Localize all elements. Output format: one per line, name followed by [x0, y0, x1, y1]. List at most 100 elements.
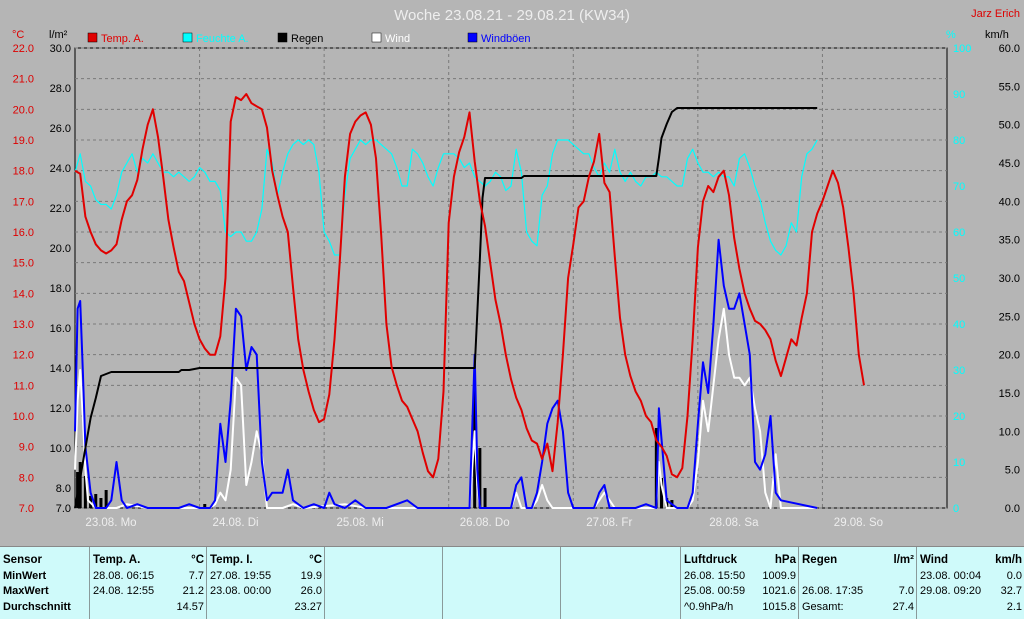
temp-tick-label: 20.0 — [13, 104, 34, 116]
table-header-label: Luftdruck — [684, 554, 738, 566]
legend-label: Regen — [291, 33, 323, 45]
wind-tick-label: 35.0 — [999, 235, 1020, 247]
cell-value: 27.4 — [892, 601, 914, 613]
author-label: Jarz Erich — [971, 8, 1020, 20]
table-header: Wind km/h — [920, 553, 1022, 567]
temp-tick-label: 16.0 — [13, 227, 34, 239]
temp-tick-label: 17.0 — [13, 196, 34, 208]
cell-time: 23.08. 00:04 — [920, 570, 982, 582]
temp-tick-label: 21.0 — [13, 74, 34, 86]
table-cell — [802, 569, 914, 583]
temp-unit-label: °C — [12, 29, 24, 41]
day-label: 23.08. Mo — [85, 517, 136, 529]
rain-tick-label: 22.0 — [50, 203, 71, 215]
temp-tick-label: 22.0 — [13, 43, 34, 55]
rain-tick-label: 16.0 — [50, 323, 71, 335]
humidity-tick-label: 30 — [953, 365, 965, 377]
legend-swatch — [277, 32, 288, 43]
table-cell: 29.08. 09:20 32.7 — [920, 584, 1022, 598]
rain-bar — [99, 498, 103, 508]
table-header-unit: km/h — [995, 554, 1022, 566]
rain-tick-label: 12.0 — [50, 403, 71, 415]
table-column: Sensor MinWert MaxWert Durchschnitt — [0, 547, 89, 619]
wind-tick-label: 30.0 — [999, 273, 1020, 285]
table-cell — [328, 600, 440, 614]
rain-tick-label: 14.0 — [50, 363, 71, 375]
table-cell — [328, 569, 440, 583]
rain-tick-label: 24.0 — [50, 163, 71, 175]
table-cell: ^0.9hPa/h 1015.8 — [684, 600, 796, 614]
humidity-tick-label: 50 — [953, 273, 965, 285]
temp-tick-label: 18.0 — [13, 166, 34, 178]
table-header-label: Sensor — [3, 554, 42, 566]
day-label: 24.08. Di — [213, 517, 259, 529]
temp-tick-label: 8.0 — [19, 472, 34, 484]
table-header — [446, 553, 558, 567]
cell-time: 29.08. 09:20 — [920, 585, 982, 597]
table-cell: MinWert — [3, 569, 86, 583]
day-label: 29.08. So — [834, 517, 883, 529]
table-cell: 25.08. 00:59 1021.6 — [684, 584, 796, 598]
temp-tick-label: 7.0 — [19, 503, 34, 515]
table-header-label: Wind — [920, 554, 948, 566]
table-cell: MaxWert — [3, 584, 86, 598]
temp-tick-label: 19.0 — [13, 135, 34, 147]
humidity-tick-label: 10 — [953, 457, 965, 469]
temp-tick-label: 15.0 — [13, 258, 34, 270]
rain-tick-label: 7.0 — [56, 503, 71, 515]
cell-value: 1009.9 — [762, 570, 796, 582]
table-header-unit: °C — [191, 554, 204, 566]
rain-tick-label: 10.0 — [50, 443, 71, 455]
legend-swatch — [371, 32, 382, 43]
table-cell: 2.1 — [920, 600, 1022, 614]
cell-value: 7.7 — [188, 570, 204, 582]
cell-value: 23.27 — [294, 601, 322, 613]
table-header-unit: hPa — [774, 554, 796, 566]
table-cell: 27.08. 19:55 19.9 — [210, 569, 322, 583]
wind-tick-label: 45.0 — [999, 158, 1020, 170]
humidity-tick-label: 100 — [953, 43, 971, 55]
humidity-tick-label: 70 — [953, 181, 965, 193]
cell-time: Gesamt: — [802, 601, 844, 613]
row-label: MinWert — [3, 570, 47, 582]
table-header-unit: °C — [309, 554, 322, 566]
table-cell: Gesamt: 27.4 — [802, 600, 914, 614]
day-label: 26.08. Do — [460, 517, 510, 529]
chart-title: Woche 23.08.21 - 29.08.21 (KW34) — [394, 7, 630, 24]
row-label: Durchschnitt — [3, 601, 71, 613]
wind-tick-label: 10.0 — [999, 426, 1020, 438]
table-cell: 23.08. 00:04 0.0 — [920, 569, 1022, 583]
temp-tick-label: 12.0 — [13, 350, 34, 362]
cell-time: 24.08. 12:55 — [93, 585, 155, 597]
table-cell: 23.27 — [210, 600, 322, 614]
rain-tick-label: 8.0 — [56, 483, 71, 495]
wind-tick-label: 0.0 — [1005, 503, 1020, 515]
wind-unit-label: km/h — [985, 29, 1009, 41]
temp-tick-label: 14.0 — [13, 288, 34, 300]
table-header-label: Regen — [802, 554, 838, 566]
table-header-unit: l/m² — [893, 554, 914, 566]
legend-swatch — [87, 32, 98, 43]
rain-tick-label: 26.0 — [50, 123, 71, 135]
cell-value: 1021.6 — [762, 585, 796, 597]
wind-tick-label: 25.0 — [999, 311, 1020, 323]
wind-tick-label: 20.0 — [999, 350, 1020, 362]
legend-label: Windböen — [481, 33, 531, 45]
humidity-unit-label: % — [946, 29, 956, 41]
table-cell: 14.57 — [93, 600, 204, 614]
table-cell: 23.08. 00:00 26.0 — [210, 584, 322, 598]
cell-value: 7.0 — [898, 585, 914, 597]
cell-value: 21.2 — [182, 585, 204, 597]
legend-label: Wind — [385, 33, 410, 45]
cell-time: 25.08. 00:59 — [684, 585, 746, 597]
legend-swatch — [182, 32, 193, 43]
wind-tick-label: 5.0 — [1005, 465, 1020, 477]
humidity-tick-label: 80 — [953, 135, 965, 147]
cell-time: 23.08. 00:00 — [210, 585, 272, 597]
table-header: Sensor — [3, 553, 86, 567]
humidity-tick-label: 0 — [953, 503, 959, 515]
table-column: Temp. A. °C 28.08. 06:15 7.7 24.08. 12:55 21.… — [89, 547, 207, 619]
table-header — [328, 553, 440, 567]
cell-time: 28.08. 06:15 — [93, 570, 155, 582]
cell-time: 26.08. 17:35 — [802, 585, 864, 597]
